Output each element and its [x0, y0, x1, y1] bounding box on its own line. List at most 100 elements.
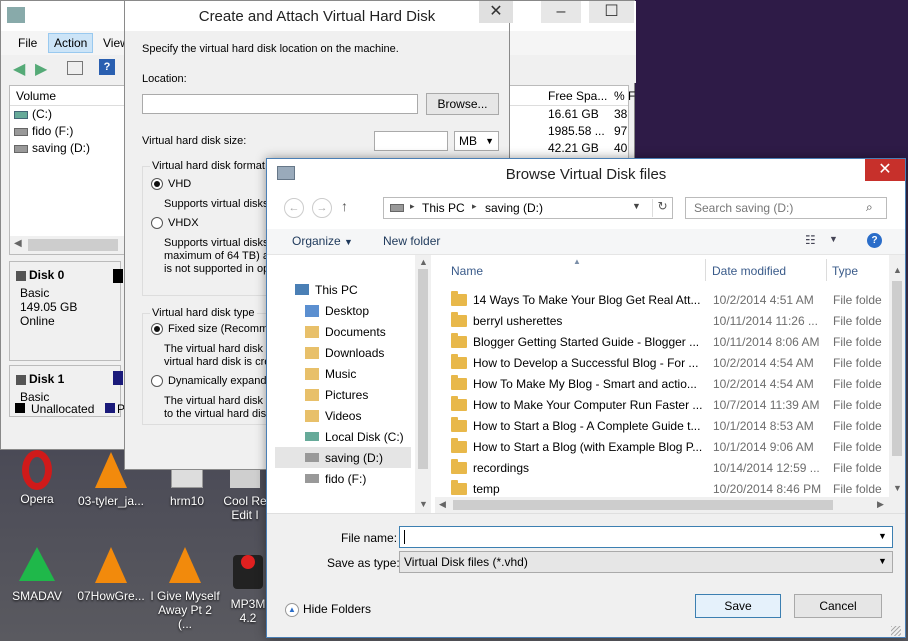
file-row[interactable]: 14 Ways To Make Your Blog Get Real Att..…	[451, 289, 891, 310]
forward-icon[interactable]: →	[312, 198, 332, 218]
column-header-type[interactable]: Type	[832, 264, 858, 278]
file-list-vscrollbar[interactable]: ▲ ▼	[889, 255, 905, 513]
vhd-size-unit-select[interactable]: MB ▼	[454, 131, 499, 151]
desktop-icon-vlc-3[interactable]: I Give Myself Away Pt 2 (...	[150, 545, 220, 631]
menu-file[interactable]: File	[18, 36, 37, 50]
column-header-name[interactable]: Name	[451, 264, 483, 278]
saveas-select[interactable]: Virtual Disk files (*.vhd) ▼	[399, 551, 893, 573]
desktop-icon-smadav[interactable]: SMADAV	[2, 545, 72, 603]
filename-input[interactable]: ▼	[399, 526, 893, 548]
sort-ascending-icon: ▲	[573, 257, 581, 266]
drive-icon	[305, 474, 319, 483]
forward-arrow-icon[interactable]: ▶	[35, 59, 47, 79]
scroll-up-icon[interactable]: ▲	[419, 257, 428, 267]
nav-item-videos[interactable]: Videos	[305, 405, 431, 426]
column-header-free-space[interactable]: Free Spa...	[548, 89, 607, 103]
properties-icon[interactable]	[67, 61, 83, 75]
search-box[interactable]: Search saving (D:) ⌕	[685, 197, 887, 219]
file-row[interactable]: temp 10/20/2014 8:46 PM File folde	[451, 478, 891, 499]
nav-item-pictures[interactable]: Pictures	[305, 384, 431, 405]
disk-mgmt-maximize-button[interactable]: ☐	[589, 1, 634, 23]
file-list-hscrollbar[interactable]: ◀ ▶	[435, 497, 891, 513]
nav-item-downloads[interactable]: Downloads	[305, 342, 431, 363]
cancel-button[interactable]: Cancel	[794, 594, 882, 618]
file-row[interactable]: How to Develop a Successful Blog - For .…	[451, 352, 891, 373]
scroll-down-icon[interactable]: ▼	[419, 499, 428, 509]
breadcrumb-this-pc[interactable]: This PC	[422, 201, 465, 215]
volume-row[interactable]: fido (F:)	[14, 124, 73, 138]
file-row[interactable]: Blogger Getting Started Guide - Blogger …	[451, 331, 891, 352]
nav-item-local-disk-c[interactable]: Local Disk (C:)	[305, 426, 431, 447]
help-icon[interactable]: ?	[99, 59, 115, 75]
scroll-down-icon[interactable]: ▼	[893, 483, 902, 493]
column-header-percent[interactable]: % F	[614, 89, 635, 103]
file-type: File folde	[833, 439, 882, 454]
scroll-thumb[interactable]	[418, 269, 428, 469]
column-header-volume[interactable]: Volume	[16, 89, 56, 103]
volume-row[interactable]: (C:)	[14, 107, 52, 121]
disk-icon	[16, 270, 26, 281]
disk-mgmt-minimize-button[interactable]: –	[541, 1, 581, 23]
file-row[interactable]: berryl usherettes 10/11/2014 11:26 ... Fil…	[451, 310, 891, 331]
volume-row[interactable]: saving (D:)	[14, 141, 90, 155]
browse-button[interactable]: Browse...	[426, 93, 499, 115]
back-icon[interactable]: ←	[284, 198, 304, 218]
search-icon[interactable]: ⌕	[866, 200, 873, 215]
vhd-radio[interactable]: VHD	[151, 178, 191, 191]
nav-label: Local Disk (C:)	[325, 429, 404, 444]
vhdx-desc-1: Supports virtual disks	[164, 237, 269, 249]
file-row[interactable]: How to Start a Blog (with Example Blog P…	[451, 436, 891, 457]
refresh-icon[interactable]: ↻	[652, 199, 672, 217]
chevron-down-icon[interactable]: ▼	[829, 234, 838, 244]
nav-label: Downloads	[325, 345, 385, 360]
location-input[interactable]	[142, 94, 418, 114]
drive-icon	[14, 110, 28, 119]
new-folder-button[interactable]: New folder	[383, 234, 440, 248]
up-arrow-icon[interactable]: ↑	[341, 198, 348, 214]
file-row[interactable]: recordings 10/14/2014 12:59 ... File folde	[451, 457, 891, 478]
nav-item-this-pc[interactable]: This PC	[295, 279, 431, 300]
desktop-icon-opera[interactable]: Opera	[2, 450, 72, 506]
chevron-down-icon[interactable]: ▼	[878, 556, 887, 566]
vhdx-radio[interactable]: VHDX	[151, 217, 199, 230]
vlc-icon	[91, 547, 131, 587]
scroll-up-icon[interactable]: ▲	[893, 265, 902, 275]
create-vhd-close-button[interactable]: ✕	[479, 1, 513, 23]
nav-scrollbar[interactable]: ▲ ▼	[415, 255, 431, 513]
file-row[interactable]: How to Start a Blog - A Complete Guide t…	[451, 415, 891, 436]
hide-folders-button[interactable]: ▲ Hide Folders	[285, 602, 371, 617]
desktop-icon-mp3[interactable]: MP3M 4.2	[228, 545, 268, 625]
nav-item-music[interactable]: Music	[305, 363, 431, 384]
scroll-left-icon[interactable]: ◀	[439, 499, 446, 510]
dynamic-radio[interactable]: Dynamically expandin	[151, 375, 275, 388]
browse-close-button[interactable]: ✕	[865, 159, 905, 181]
view-options-icon[interactable]: ☷	[805, 233, 816, 247]
chevron-down-icon[interactable]: ▼	[878, 531, 887, 541]
scroll-left-icon[interactable]: ◀	[14, 238, 22, 249]
nav-item-desktop[interactable]: Desktop	[305, 300, 431, 321]
nav-item-documents[interactable]: Documents	[305, 321, 431, 342]
file-row[interactable]: How to Make Your Computer Run Faster ...…	[451, 394, 891, 415]
back-arrow-icon[interactable]: ◀	[13, 59, 25, 79]
resize-grip-icon[interactable]	[891, 626, 901, 636]
nav-item-fido-f[interactable]: fido (F:)	[305, 468, 431, 489]
scroll-thumb[interactable]	[453, 500, 833, 510]
organize-menu[interactable]: Organize ▼	[292, 234, 353, 248]
save-button[interactable]: Save	[695, 594, 781, 618]
address-bar[interactable]: ▸ This PC ▸ saving (D:) ▼ ↻	[383, 197, 673, 219]
menu-action[interactable]: Action	[48, 33, 94, 53]
fixed-size-radio[interactable]: Fixed size (Recomme	[151, 323, 274, 336]
opera-icon	[17, 450, 57, 490]
help-icon[interactable]: ?	[867, 233, 882, 248]
file-row[interactable]: How To Make My Blog - Smart and actio...…	[451, 373, 891, 394]
desktop-icon-vlc-2[interactable]: 07HowGre...	[76, 545, 146, 603]
vhd-size-input[interactable]	[374, 131, 448, 151]
column-header-date[interactable]: Date modified	[712, 264, 786, 278]
scroll-thumb[interactable]	[892, 281, 902, 456]
chevron-down-icon[interactable]: ▼	[632, 201, 641, 211]
breadcrumb-saving[interactable]: saving (D:)	[485, 201, 543, 215]
scroll-thumb[interactable]	[28, 239, 118, 251]
nav-item-saving-d[interactable]: saving (D:)	[275, 447, 411, 468]
scroll-right-icon[interactable]: ▶	[877, 499, 884, 510]
disk0-label-panel[interactable]: Disk 0 Basic 149.05 GB Online	[9, 261, 121, 361]
